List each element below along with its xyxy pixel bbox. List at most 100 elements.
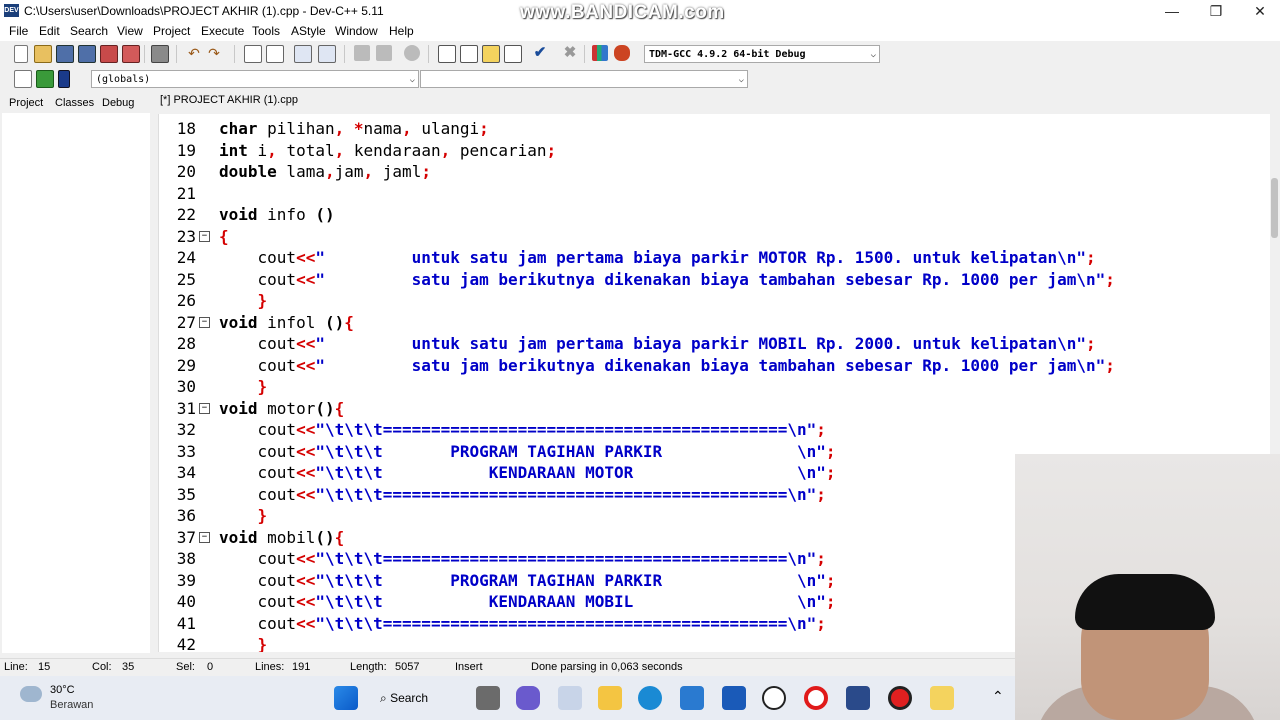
fold-toggle-icon[interactable]: −: [199, 402, 210, 414]
taskbar-search[interactable]: ⌕ Search: [380, 688, 450, 708]
code-line[interactable]: 28 cout<<" untuk satu jam pertama biaya …: [159, 333, 1271, 355]
code-text: void info (): [219, 205, 335, 224]
code-text: cout<<"\t\t\t===========================…: [219, 613, 826, 633]
windows-start-icon[interactable]: [334, 686, 358, 710]
toolbar-separator: [176, 45, 177, 63]
code-line[interactable]: 31− void motor(){: [159, 398, 1271, 420]
menu-execute[interactable]: Execute: [201, 24, 244, 38]
line-number: 25: [176, 269, 196, 289]
menu-window[interactable]: Window: [335, 24, 378, 38]
goto-function-icon[interactable]: [318, 45, 336, 63]
bandicam-icon[interactable]: [888, 686, 912, 710]
close-all-icon[interactable]: [122, 45, 140, 63]
save-all-icon[interactable]: [78, 45, 96, 63]
fold-toggle-icon[interactable]: −: [199, 531, 210, 543]
mail-icon[interactable]: [680, 686, 704, 710]
status-col-label: Col:: [92, 661, 112, 673]
code-line[interactable]: 25 cout<<" satu jam berikutnya dikenakan…: [159, 269, 1271, 291]
code-line[interactable]: 24 cout<<" untuk satu jam pertama biaya …: [159, 247, 1271, 269]
replace-icon[interactable]: [266, 45, 284, 63]
profile-analysis-icon[interactable]: [592, 45, 608, 61]
menu-search[interactable]: Search: [70, 24, 108, 38]
save-icon[interactable]: [56, 45, 74, 63]
forward-icon[interactable]: [376, 45, 392, 61]
goto-line-icon[interactable]: [294, 45, 312, 63]
scrollbar-thumb[interactable]: [1271, 178, 1278, 238]
code-line[interactable]: 21: [159, 183, 1271, 205]
run-icon[interactable]: [460, 45, 478, 63]
code-line[interactable]: 30 }: [159, 376, 1271, 398]
fold-toggle-icon[interactable]: −: [199, 316, 210, 328]
openai-icon[interactable]: [762, 686, 786, 710]
task-view-icon[interactable]: [476, 686, 500, 710]
tab-debug[interactable]: Debug: [102, 97, 134, 109]
menu-help[interactable]: Help: [389, 24, 414, 38]
line-number: 29: [176, 355, 196, 375]
line-number: 36: [176, 506, 196, 525]
rebuild-all-icon[interactable]: [504, 45, 522, 63]
opera-icon[interactable]: [804, 686, 828, 710]
compile-icon[interactable]: [438, 45, 456, 63]
status-length-label: Length:: [350, 661, 387, 673]
line-number: 34: [176, 463, 196, 482]
code-line[interactable]: 26 }: [159, 290, 1271, 312]
devcpp-taskbar-icon[interactable]: [846, 686, 870, 710]
line-number: 41: [176, 613, 196, 633]
debug-icon[interactable]: [614, 45, 630, 61]
status-sel-value: 0: [207, 661, 214, 673]
chat-icon[interactable]: [516, 686, 540, 710]
edge-icon[interactable]: [638, 686, 662, 710]
syntax-check-icon[interactable]: ✔: [532, 45, 548, 61]
print-icon[interactable]: [151, 45, 169, 63]
close-button[interactable]: ✕: [1238, 0, 1280, 22]
file-explorer-icon[interactable]: [598, 686, 622, 710]
code-line[interactable]: 29 cout<<" satu jam berikutnya dikenakan…: [159, 355, 1271, 377]
toggle-bookmark-icon[interactable]: [404, 45, 420, 61]
insert-icon[interactable]: [14, 70, 32, 88]
menu-edit[interactable]: Edit: [39, 24, 60, 38]
menu-view[interactable]: View: [117, 24, 143, 38]
code-text: void mobil(){: [219, 527, 345, 547]
bookmark-icon[interactable]: [58, 70, 70, 88]
search-icon: ⌕: [380, 691, 387, 705]
menu-project[interactable]: Project: [153, 24, 190, 38]
code-line[interactable]: 20 double lama,jam, jaml;: [159, 161, 1271, 183]
find-icon[interactable]: [244, 45, 262, 63]
compiler-select[interactable]: TDM-GCC 4.9.2 64-bit Debug ⌵: [644, 45, 880, 63]
code-line[interactable]: 23−{: [159, 226, 1271, 248]
document-tab[interactable]: [*] PROJECT AKHIR (1).cpp: [160, 94, 298, 106]
code-line[interactable]: 22 void info (): [159, 204, 1271, 226]
new-file-icon[interactable]: [14, 45, 28, 63]
back-icon[interactable]: [354, 45, 370, 61]
undo-icon[interactable]: ↶: [186, 45, 202, 61]
compile-run-icon[interactable]: [482, 45, 500, 63]
notes-icon[interactable]: [930, 686, 954, 710]
code-line[interactable]: 32 cout<<"\t\t\t========================…: [159, 419, 1271, 441]
menu-file[interactable]: File: [9, 24, 28, 38]
stop-execution-icon[interactable]: ✖: [562, 45, 578, 61]
app-icon[interactable]: [558, 686, 582, 710]
function-select[interactable]: ⌵: [420, 70, 748, 88]
menu-tools[interactable]: Tools: [252, 24, 280, 38]
fold-toggle-icon[interactable]: −: [199, 230, 210, 242]
code-text: }: [257, 635, 268, 652]
project-browser[interactable]: [2, 113, 150, 653]
minimize-button[interactable]: —: [1150, 0, 1194, 22]
toggle-comment-icon[interactable]: [36, 70, 54, 88]
redo-icon[interactable]: ↷: [206, 45, 222, 61]
chevron-up-icon[interactable]: ⌃: [992, 688, 1004, 705]
code-line[interactable]: 19 int i, total, kendaraan, pencarian;: [159, 140, 1271, 162]
code-text: }: [257, 291, 268, 310]
tab-classes[interactable]: Classes: [55, 97, 94, 109]
open-folder-icon[interactable]: [34, 45, 52, 63]
scope-select[interactable]: (globals) ⌵: [91, 70, 419, 88]
dropbox-icon[interactable]: [722, 686, 746, 710]
person-hair: [1075, 574, 1215, 630]
maximize-button[interactable]: ❐: [1194, 0, 1238, 22]
close-file-icon[interactable]: [100, 45, 118, 63]
weather-temperature[interactable]: 30°C: [50, 684, 75, 696]
code-line[interactable]: 18 char pilihan, *nama, ulangi;: [159, 118, 1271, 140]
code-line[interactable]: 27− void infol (){: [159, 312, 1271, 334]
tab-project[interactable]: Project: [9, 97, 43, 109]
menu-astyle[interactable]: AStyle: [291, 24, 326, 38]
